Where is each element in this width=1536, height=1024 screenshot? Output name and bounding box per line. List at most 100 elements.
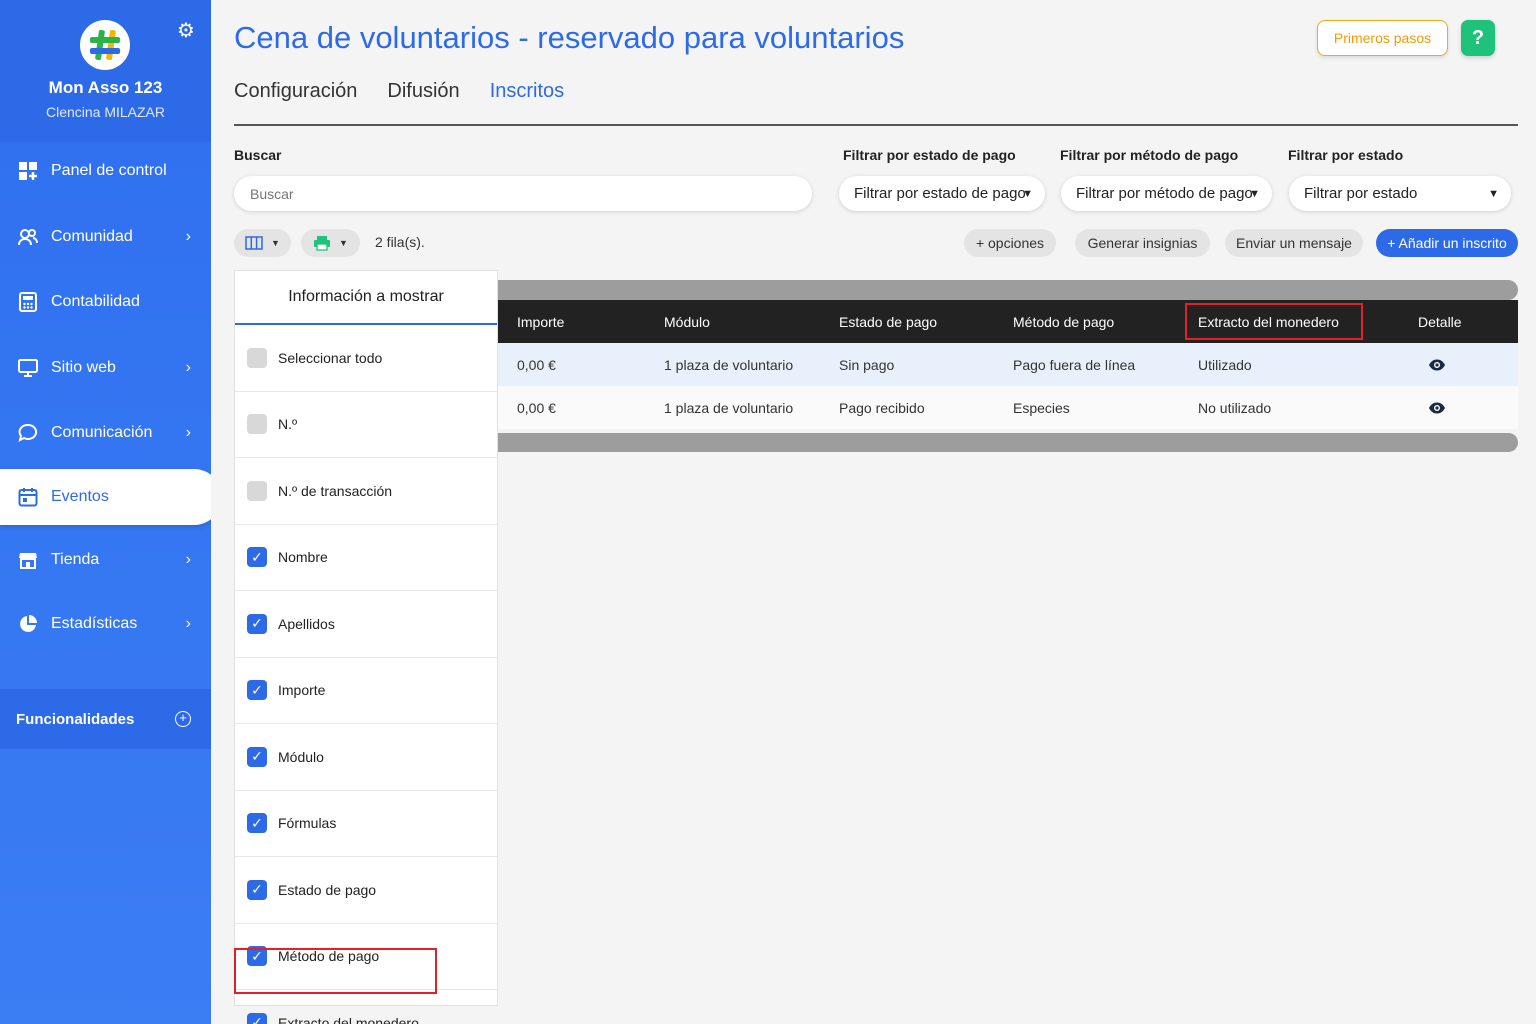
cell-payment-status: Sin pago [839, 356, 895, 373]
generate-badges-button[interactable]: Generar insignias [1075, 229, 1210, 257]
column-option[interactable]: ✓ Fórmulas [235, 791, 497, 857]
column-option[interactable]: ✓ Estado de pago [235, 857, 497, 924]
tab-configuration[interactable]: Configuración [234, 80, 357, 103]
cell-wallet-statement: Utilizado [1198, 356, 1252, 373]
add-circle-icon[interactable]: + [175, 711, 191, 727]
column-option-label: Apellidos [278, 615, 335, 632]
sidebar-item-label: Comunicación [51, 424, 153, 441]
column-option-label: Módulo [278, 748, 324, 765]
tabs-divider [234, 124, 1518, 126]
checkbox-checked-icon[interactable]: ✓ [247, 547, 267, 568]
payment-status-select[interactable]: Filtrar por estado de pago ▼ [839, 176, 1045, 211]
checkbox-checked-icon[interactable]: ✓ [247, 680, 267, 701]
sidebar-item-store[interactable]: Tienda › [0, 532, 211, 588]
column-option[interactable]: ✓ Módulo [235, 724, 497, 791]
checkbox-checked-icon[interactable]: ✓ [247, 1012, 267, 1024]
caret-down-icon: ▼ [339, 238, 348, 248]
registrants-table: Importe Módulo Estado de pago Método de … [498, 300, 1518, 429]
community-icon [18, 229, 38, 246]
org-logo[interactable] [80, 20, 130, 70]
rows-count: 2 fila(s). [375, 234, 425, 250]
checkbox-unchecked-icon[interactable] [247, 347, 267, 368]
add-registrant-button[interactable]: + Añadir un inscrito [1376, 229, 1518, 257]
column-option[interactable]: ✓ Nombre [235, 525, 497, 591]
cell-amount: 0,00 € [517, 356, 556, 373]
table-row[interactable]: 0,00 € 1 plaza de voluntario Sin pago Pa… [498, 343, 1518, 386]
column-visibility-panel: Información a mostrar Seleccionar todo N.… [234, 270, 498, 1024]
sidebar-item-events[interactable]: Eventos [0, 469, 222, 525]
org-name: Mon Asso 123 [48, 78, 163, 97]
column-option[interactable]: N.º [235, 392, 497, 458]
more-options-button[interactable]: + opciones [964, 229, 1056, 257]
first-steps-button[interactable]: Primeros pasos [1317, 20, 1448, 56]
chevron-down-icon: ▼ [1022, 187, 1033, 200]
payment-status-select-value: Filtrar por estado de pago [854, 185, 1026, 202]
search-input[interactable] [234, 176, 812, 211]
checkbox-checked-icon[interactable]: ✓ [247, 813, 267, 834]
column-option-label: Extracto del monedero [278, 1014, 419, 1024]
checkbox-unchecked-icon[interactable] [247, 414, 267, 435]
column-option-label: Estado de pago [278, 881, 377, 898]
status-select[interactable]: Filtrar por estado ▼ [1289, 176, 1511, 211]
column-option[interactable]: ✓ Extracto del monedero [235, 990, 497, 1024]
chevron-down-icon: ▼ [1249, 187, 1260, 200]
print-button[interactable]: ▼ [301, 229, 360, 257]
search-label: Buscar [234, 147, 282, 163]
table-row[interactable]: 0,00 € 1 plaza de voluntario Pago recibi… [498, 386, 1518, 429]
store-icon [19, 553, 37, 569]
gear-icon[interactable]: ⚙ [177, 18, 195, 43]
page-title: Cena de voluntarios - reservado para vol… [234, 20, 905, 55]
cell-payment-status: Pago recibido [839, 399, 925, 416]
column-option[interactable]: N.º de transacción [235, 458, 497, 525]
sidebar-item-label: Comunidad [51, 228, 133, 245]
column-options-list: Seleccionar todo N.º N.º de transacción ✓ No… [235, 325, 497, 1024]
pie-chart-icon [20, 615, 37, 632]
column-option-label: Nombre [278, 549, 328, 566]
sidebar-item-communication[interactable]: Comunicación › [0, 405, 211, 461]
calendar-icon [18, 488, 38, 507]
main-content: Cena de voluntarios - reservado para vol… [211, 0, 1536, 1024]
sidebar: ⚙ Mon Asso 123 Clencina MILAZAR Panel de… [0, 0, 222, 1024]
functionalities-bar[interactable]: Funcionalidades + [0, 689, 211, 749]
cell-wallet-statement: No utilizado [1198, 399, 1272, 416]
column-header-detail[interactable]: Detalle [1418, 300, 1462, 343]
checkbox-checked-icon[interactable]: ✓ [247, 879, 267, 900]
checkbox-checked-icon[interactable]: ✓ [247, 613, 267, 634]
sidebar-item-statistics[interactable]: Estadísticas › [0, 596, 211, 652]
column-option[interactable]: ✓ Apellidos [235, 591, 497, 658]
payment-status-filter-label: Filtrar por estado de pago [843, 147, 1016, 163]
eye-icon[interactable] [1428, 386, 1446, 429]
tab-diffusion[interactable]: Difusión [387, 80, 459, 103]
sidebar-item-community[interactable]: Comunidad › [0, 209, 211, 265]
column-header-payment-status[interactable]: Estado de pago [839, 300, 937, 343]
eye-icon[interactable] [1428, 343, 1446, 386]
table-header-row: Importe Módulo Estado de pago Método de … [498, 300, 1518, 343]
column-option-label: Importe [278, 682, 326, 699]
column-option-label: Seleccionar todo [278, 349, 383, 366]
horizontal-scrollbar-top[interactable] [498, 280, 1518, 300]
column-panel-title: Información a mostrar [235, 271, 497, 325]
checkbox-unchecked-icon[interactable] [247, 480, 267, 501]
printer-icon [314, 236, 331, 251]
tab-registrants[interactable]: Inscritos [490, 80, 564, 103]
calculator-icon [19, 292, 37, 312]
help-button[interactable]: ? [1461, 20, 1495, 56]
highlight-box [1185, 303, 1363, 340]
horizontal-scrollbar-bottom[interactable] [498, 433, 1518, 452]
payment-method-select[interactable]: Filtrar por método de pago ▼ [1061, 176, 1272, 211]
column-header-module[interactable]: Módulo [664, 300, 710, 343]
status-filter-label: Filtrar por estado [1288, 147, 1404, 163]
sidebar-item-accounting[interactable]: Contabilidad [0, 274, 211, 330]
payment-method-select-value: Filtrar por método de pago [1076, 185, 1253, 202]
sidebar-item-website[interactable]: Sitio web › [0, 340, 211, 396]
column-option[interactable]: Seleccionar todo [235, 325, 497, 392]
send-message-button[interactable]: Enviar un mensaje [1225, 229, 1363, 257]
column-header-amount[interactable]: Importe [517, 300, 564, 343]
sidebar-header: ⚙ Mon Asso 123 Clencina MILAZAR [0, 0, 211, 142]
sidebar-item-dashboard[interactable]: Panel de control [0, 143, 211, 199]
columns-toggle-button[interactable]: ▼ [234, 229, 291, 257]
column-header-payment-method[interactable]: Método de pago [1013, 300, 1114, 343]
column-option[interactable]: ✓ Importe [235, 658, 497, 724]
checkbox-checked-icon[interactable]: ✓ [247, 746, 267, 767]
highlight-box [234, 948, 437, 994]
